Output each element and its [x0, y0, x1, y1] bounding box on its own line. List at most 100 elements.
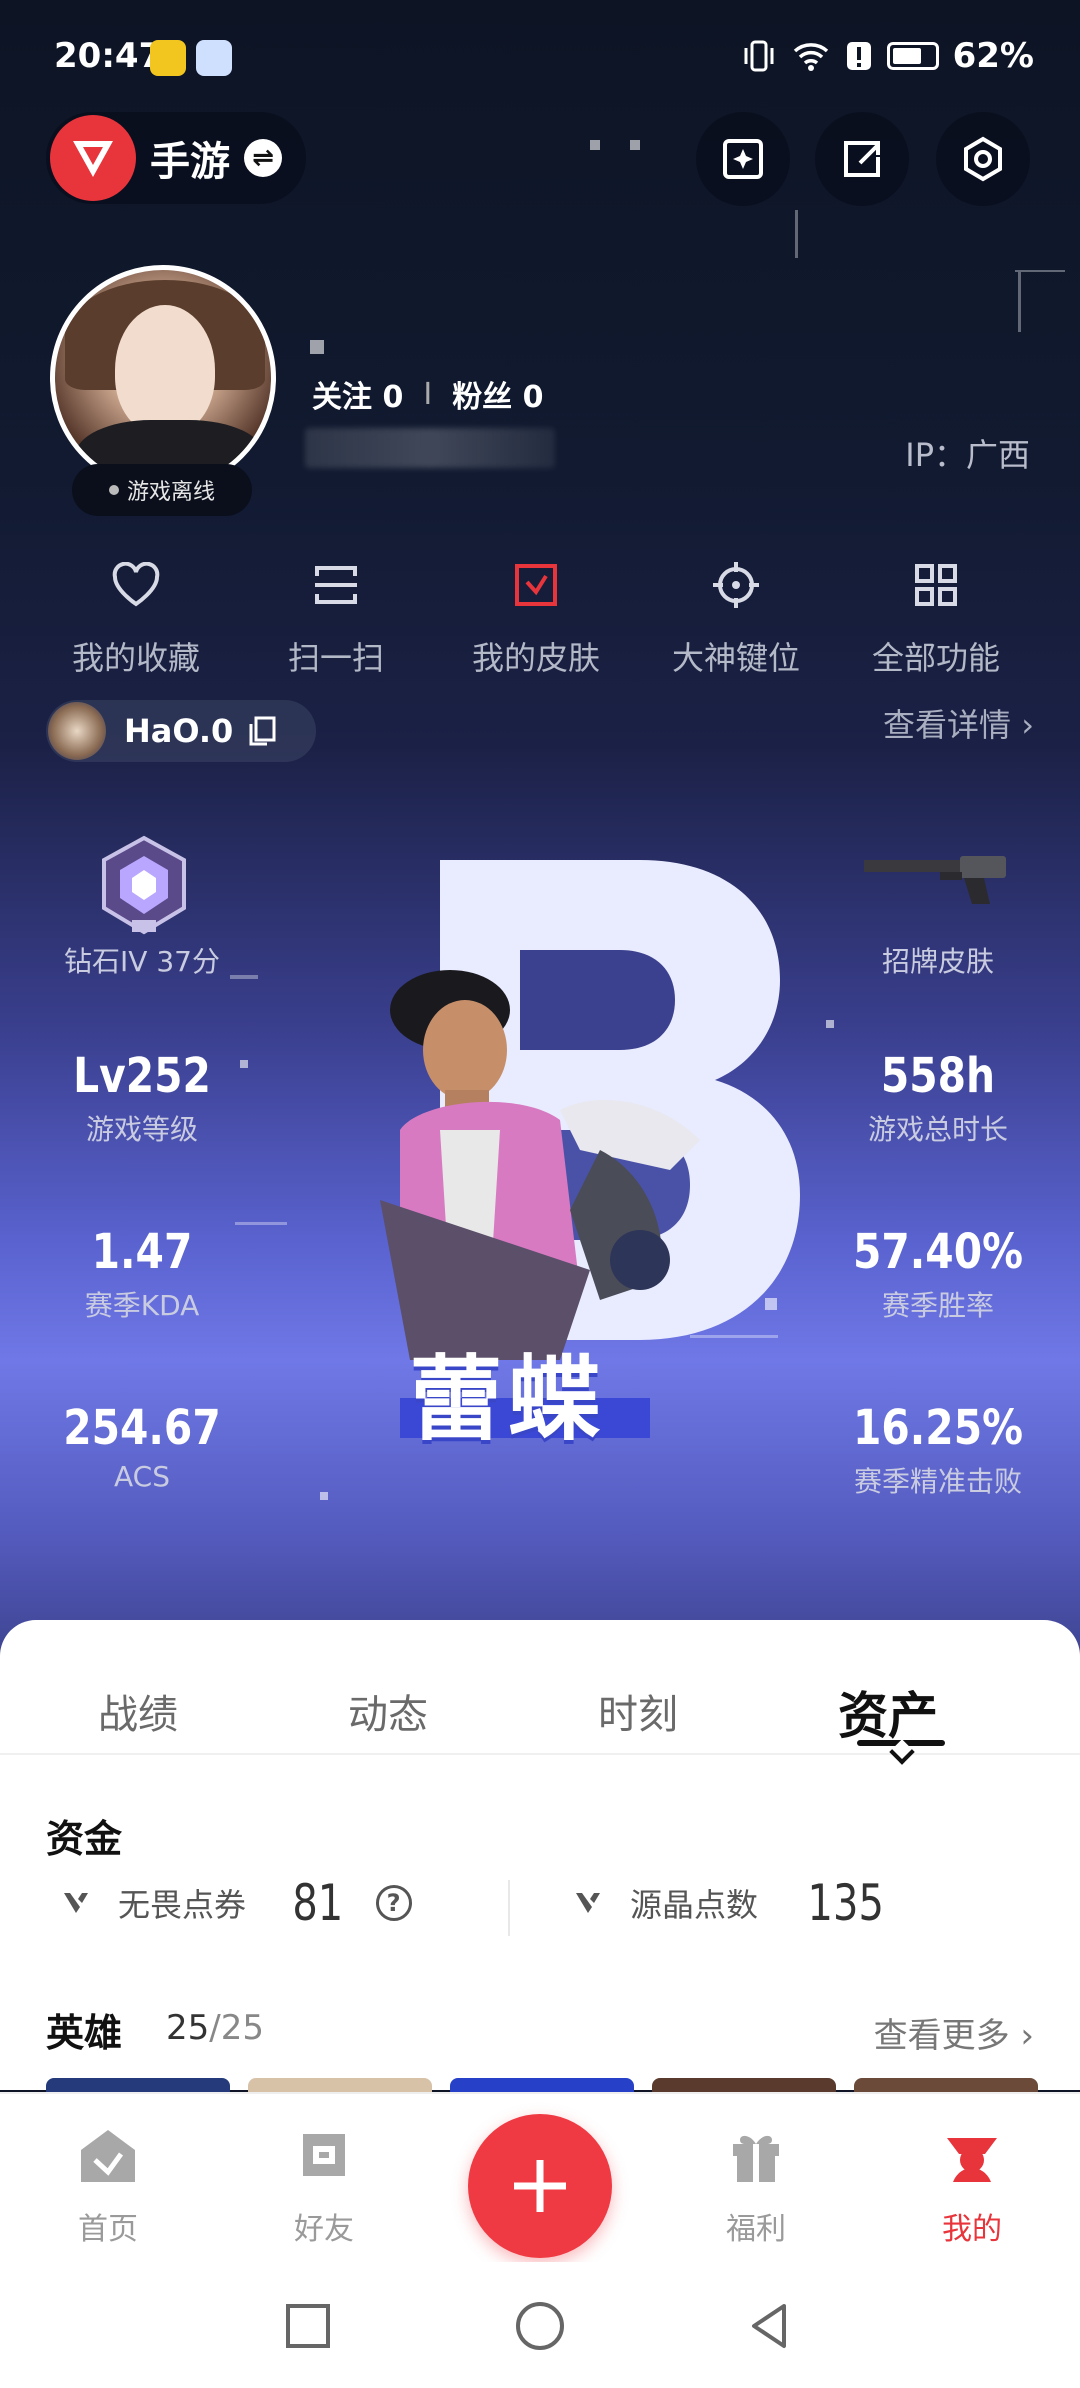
copy-icon[interactable] [247, 715, 277, 747]
status-right: 62% [741, 36, 1034, 76]
blurred-signature [305, 428, 555, 468]
rank-label: 钻石IV 37分 [64, 945, 220, 978]
follow-stats: 关注 0 I 粉丝 0 [312, 372, 544, 416]
recents-icon[interactable] [282, 2300, 334, 2352]
fans-link[interactable]: 粉丝 0 [452, 372, 543, 416]
card-button[interactable] [696, 112, 790, 206]
radianite-icon [576, 1893, 600, 1913]
gift-icon [733, 2135, 779, 2182]
heart-icon [112, 562, 160, 607]
diamond-rank-icon [102, 835, 186, 935]
alert-icon [846, 42, 871, 70]
game-account-name: HaO.0 [124, 712, 234, 750]
tab-home[interactable]: 首页 [28, 2124, 188, 2248]
function-row: 我的收藏 扫一扫 我的皮肤 大神键位 全部功能 [0, 555, 1080, 679]
tab-feed[interactable]: 动态 [263, 1620, 513, 1753]
wifi-icon [793, 43, 828, 71]
game-mode-switcher[interactable]: 手游 ⇌ [46, 112, 306, 204]
tab-friends[interactable]: 好友 [244, 2124, 404, 2248]
online-status-badge: 游戏离线 [72, 464, 252, 516]
all-functions-button[interactable]: 全部功能 [836, 555, 1036, 679]
agent-name: 蕾蝶 [410, 1346, 607, 1453]
pro-keybinds-button[interactable]: 大神键位 [636, 555, 836, 679]
heroes-title: 英雄 [46, 2011, 123, 2055]
profile-icon [947, 2138, 997, 2182]
tab-rewards[interactable]: 福利 [676, 2124, 836, 2248]
tab-assets[interactable]: 资产 [763, 1620, 1013, 1753]
tab-record[interactable]: 战绩 [13, 1620, 263, 1753]
app-notification-icon [150, 40, 186, 76]
precision-stat: 16.25% 赛季精准击败 [808, 1400, 1068, 1500]
level-value: Lv252 [73, 1048, 211, 1104]
kda-label: 赛季KDA [84, 1289, 200, 1322]
winrate-stat: 57.40% 赛季胜率 [808, 1224, 1068, 1324]
chevron-right-icon: › [1020, 2016, 1034, 2056]
mode-label: 手游 [150, 139, 230, 185]
app-notification-icon [196, 40, 232, 76]
view-more-link[interactable]: 查看更多 › [874, 2008, 1034, 2057]
grid-icon [915, 564, 957, 606]
rp-value: 135 [807, 1874, 884, 1932]
hours-stat: 558h 游戏总时长 [808, 1048, 1068, 1148]
tab-home-label: 首页 [78, 2212, 138, 2247]
profile-tabs: 战绩 动态 时刻 资产 [0, 1620, 1080, 1755]
home-icon [81, 2130, 135, 2182]
precision-label: 赛季精准击败 [853, 1465, 1022, 1498]
weapon-skin-icon [864, 856, 1006, 904]
funds-title: 资金 [46, 1817, 123, 1861]
skin-icon [515, 564, 557, 606]
my-skins-button[interactable]: 我的皮肤 [436, 555, 636, 679]
crosshair-icon [713, 562, 759, 608]
back-icon[interactable] [744, 2300, 796, 2352]
plus-icon [514, 2160, 566, 2212]
vp-label: 无畏点券 [118, 1886, 247, 1924]
follow-divider: I [423, 376, 433, 412]
gear-icon [964, 136, 1002, 182]
tab-me[interactable]: 我的 [892, 2124, 1052, 2248]
favorites-label: 我的收藏 [71, 639, 200, 677]
scan-label: 扫一扫 [287, 639, 384, 677]
following-link[interactable]: 关注 0 [312, 372, 403, 416]
kda-stat: 1.47 赛季KDA [12, 1224, 272, 1324]
vibrate-icon [744, 40, 774, 72]
winrate-label: 赛季胜率 [881, 1289, 994, 1322]
signature-skin-label: 招牌皮肤 [881, 945, 994, 978]
acs-stat: 254.67 ACS [12, 1400, 272, 1493]
share-icon [844, 141, 880, 177]
game-avatar [48, 702, 106, 760]
winrate-value: 57.40% [853, 1224, 1023, 1280]
status-bar: 20:47 62% [0, 0, 1080, 120]
hours-label: 游戏总时长 [867, 1113, 1008, 1146]
hours-value: 558h [880, 1048, 996, 1104]
tab-friends-label: 好友 [294, 2212, 354, 2247]
acs-label: ACS [114, 1460, 170, 1493]
share-button[interactable] [815, 112, 909, 206]
level-stat: Lv252 游戏等级 [12, 1048, 272, 1148]
favorites-button[interactable]: 我的收藏 [36, 555, 236, 679]
tab-moments[interactable]: 时刻 [513, 1620, 763, 1753]
vp-value: 81 [292, 1874, 344, 1932]
agent-portrait [380, 970, 700, 1360]
precision-value: 16.25% [853, 1400, 1023, 1456]
settings-button[interactable] [936, 112, 1030, 206]
scan-icon [315, 566, 357, 604]
kda-value: 1.47 [91, 1224, 193, 1280]
battery-icon [886, 42, 939, 70]
heroes-owned: 25 [166, 2008, 210, 2048]
ip-location: IP：广西 [905, 436, 1030, 474]
create-post-button[interactable] [468, 2114, 612, 2258]
tab-me-label: 我的 [942, 2212, 1002, 2247]
game-account-chip[interactable]: HaO.0 [46, 700, 316, 762]
sparkle-card-icon [723, 139, 763, 179]
acs-value: 254.67 [63, 1400, 221, 1456]
assets-divider [508, 1880, 510, 1936]
active-tab-indicator [857, 1740, 945, 1746]
home-nav-icon[interactable] [514, 2300, 566, 2352]
scan-button[interactable]: 扫一扫 [236, 555, 436, 679]
tab-rewards-label: 福利 [726, 2212, 786, 2247]
swap-icon: ⇌ [244, 139, 282, 177]
level-label: 游戏等级 [85, 1113, 198, 1146]
avatar[interactable] [50, 265, 276, 491]
help-icon[interactable]: ? [375, 1885, 412, 1921]
view-details-link[interactable]: 查看详情 › [883, 700, 1034, 746]
